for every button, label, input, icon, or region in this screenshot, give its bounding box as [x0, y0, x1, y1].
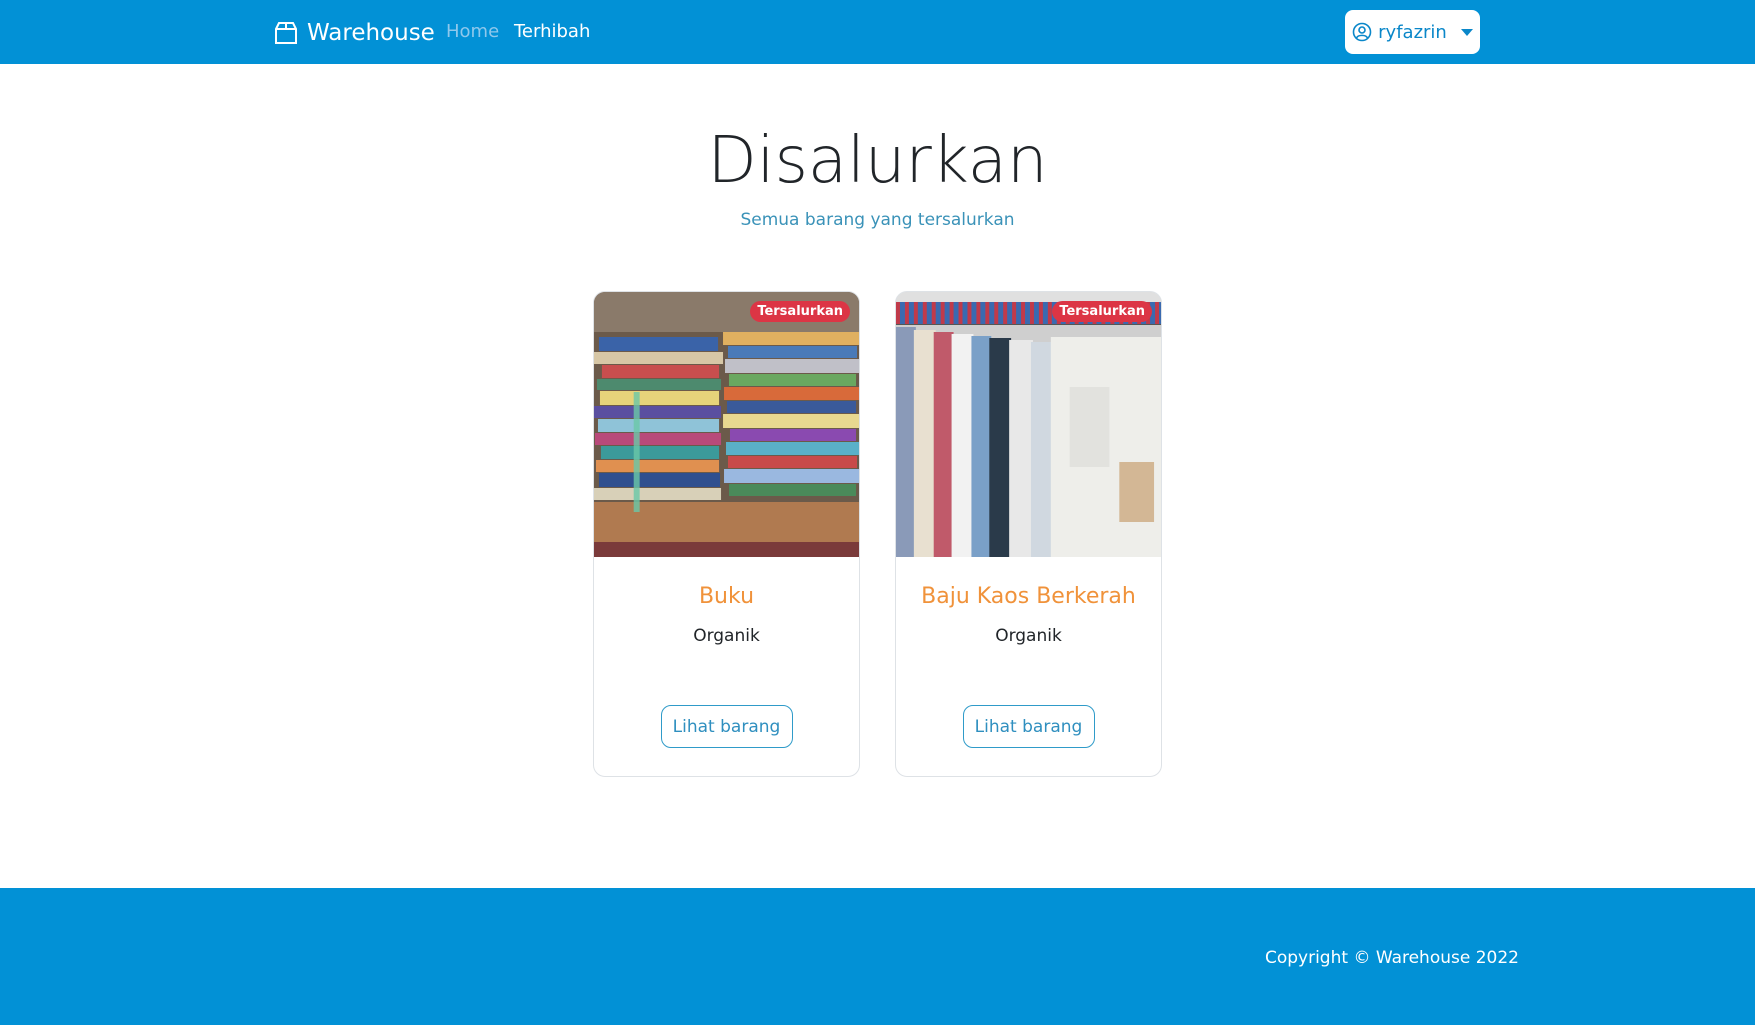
view-item-button[interactable]: Lihat barang: [962, 705, 1095, 748]
page-subtitle: Semua barang yang tersalurkan: [740, 210, 1015, 230]
status-badge: Tersalurkan: [750, 301, 850, 322]
card-category: Organik: [693, 626, 760, 646]
nav-home[interactable]: Home: [446, 21, 499, 42]
copyright-text: Copyright © Warehouse 2022: [1264, 948, 1519, 968]
card-title: Baju Kaos Berkerah: [921, 584, 1136, 609]
books-photo: Tersalurkan: [594, 292, 859, 557]
brand-label: Warehouse: [307, 20, 435, 46]
caret-down-icon: [1460, 28, 1473, 36]
item-card: Tersalurkan Buku Organik Lihat barang: [593, 291, 860, 777]
user-circle-icon: [1352, 22, 1372, 42]
item-card: Tersalurkan Baju Kaos Berkerah Organik L…: [895, 291, 1162, 777]
card-category: Organik: [995, 626, 1062, 646]
footer: Copyright © Warehouse 2022: [0, 888, 1755, 1025]
clothes-rack-photo: Tersalurkan: [896, 292, 1161, 557]
card-title: Buku: [698, 584, 755, 609]
user-name: ryfazrin: [1378, 21, 1447, 43]
view-item-button[interactable]: Lihat barang: [660, 705, 793, 748]
brand-link[interactable]: Warehouse: [273, 16, 435, 50]
navbar: Warehouse Home Terhibah ryfazrin: [0, 0, 1755, 64]
user-dropdown-button[interactable]: ryfazrin: [1345, 10, 1480, 54]
page-title: Disalurkan: [707, 124, 1048, 198]
status-badge: Tersalurkan: [1052, 301, 1152, 322]
nav-terhibah[interactable]: Terhibah: [514, 21, 590, 42]
box-icon: [275, 22, 297, 44]
